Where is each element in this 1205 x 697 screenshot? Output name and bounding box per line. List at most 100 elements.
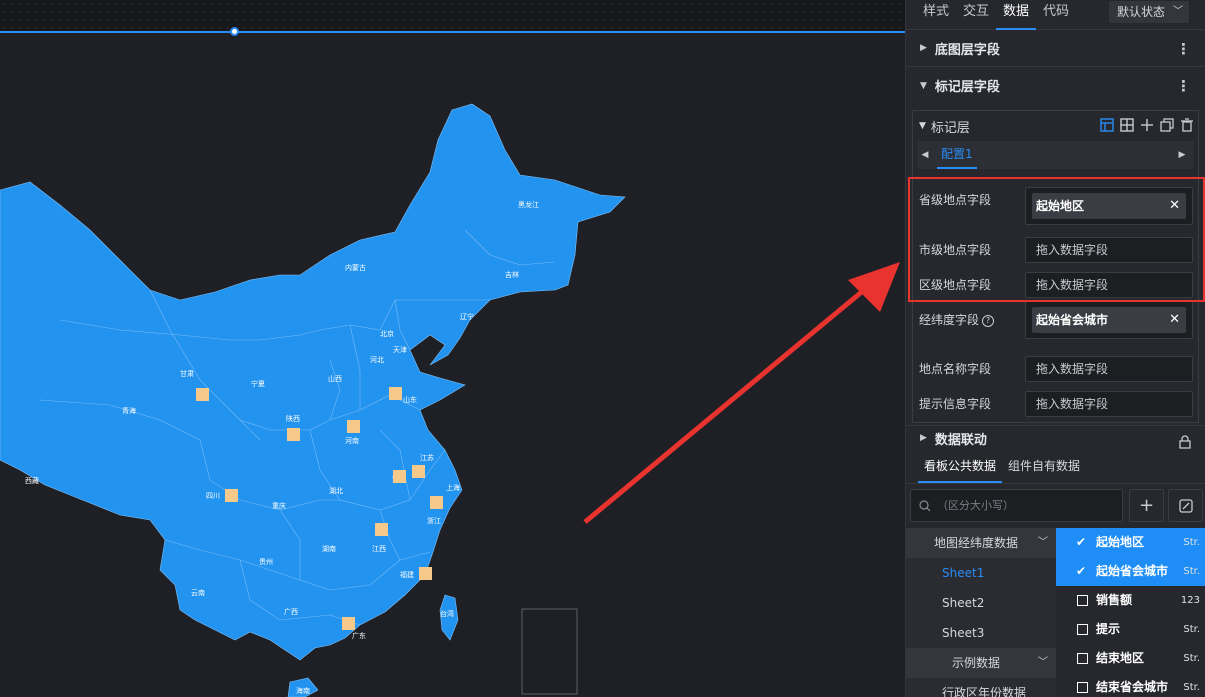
tree-group-label: 地图经纬度数据 [934, 536, 1019, 550]
marker-jiangxi [375, 523, 388, 536]
config-tab-1[interactable]: 配置1 [937, 141, 977, 169]
china-map[interactable]: 黑龙江 吉林 辽宁 内蒙古 北京 天津 河北 山西 山东 甘肃 宁夏 青海 陕西… [0, 0, 905, 697]
field-item-type: Str. [1183, 537, 1200, 548]
label-liaoning: 辽宁 [460, 312, 474, 321]
caret-right-icon: ▶ [920, 433, 927, 443]
label-qinghai: 青海 [122, 406, 136, 415]
section-base-layer-title: 底图层字段 [934, 42, 1000, 58]
checkbox-icon[interactable] [1077, 682, 1088, 693]
search-icon [919, 490, 931, 533]
check-icon: ✔ [1076, 564, 1087, 578]
tab-board-public-data[interactable]: 看板公共数据 [918, 450, 1003, 483]
tree-item-sheet1[interactable]: Sheet1 [906, 558, 1056, 588]
table-icon[interactable] [1100, 118, 1114, 132]
field-item-type: 123 [1180, 595, 1200, 606]
tree-item-region-year[interactable]: 行政区年份数据 [906, 678, 1056, 697]
label-sichuan: 四川 [206, 492, 220, 500]
label-guangxi: 广西 [284, 607, 298, 616]
label-guizhou: 贵州 [259, 557, 273, 566]
tree-item-sheet3[interactable]: Sheet3 [906, 618, 1056, 648]
layout-icon[interactable] [1120, 118, 1134, 132]
tree-group-label: 示例数据 [952, 656, 1001, 670]
caret-left-icon[interactable]: ◀ [917, 150, 933, 160]
edit-dataset-button[interactable] [1168, 489, 1203, 522]
checkbox-icon[interactable] [1077, 624, 1088, 635]
marker-shandong [389, 387, 402, 400]
lnglat-field-value: 起始省会城市 [1036, 313, 1109, 327]
map-shape [0, 103, 626, 697]
name-field-label: 地点名称字段 [919, 362, 992, 376]
label-gansu: 甘肃 [180, 369, 194, 378]
more-icon[interactable]: ⋮ [1176, 40, 1191, 58]
lnglat-field-label-text: 经纬度字段 [919, 313, 980, 327]
field-item-type: Str. [1183, 653, 1200, 664]
tree-group-map-lnglat[interactable]: 地图经纬度数据 ﹀ [906, 528, 1056, 558]
add-icon[interactable] [1140, 118, 1154, 132]
field-item[interactable]: 销售额 123 [1056, 586, 1205, 615]
tree-item-sheet2[interactable]: Sheet2 [906, 588, 1056, 618]
marker-guangdong [342, 617, 355, 630]
label-hubei: 湖北 [329, 486, 343, 495]
name-field-drop[interactable]: 拖入数据字段 [1025, 356, 1193, 382]
field-item-label: 结束省会城市 [1096, 680, 1169, 694]
property-panel: 样式 交互 数据 代码 默认状态 ﹀ ▶ 底图层字段 ⋮ ▼ 标记层字段 ⋮ ▼… [905, 0, 1205, 697]
chevron-down-icon: ﹀ [1038, 537, 1048, 548]
help-icon[interactable]: ? [982, 315, 995, 327]
checkbox-icon[interactable] [1077, 653, 1088, 664]
more-icon[interactable]: ⋮ [1176, 77, 1191, 95]
copy-icon[interactable] [1160, 118, 1174, 132]
caret-down-icon: ▼ [919, 121, 926, 131]
checkbox-icon[interactable] [1077, 595, 1088, 606]
label-henan: 河南 [345, 436, 359, 445]
tooltip-field-drop[interactable]: 拖入数据字段 [1025, 391, 1193, 417]
marker-shaanxi [287, 428, 300, 441]
label-taiwan: 台湾 [440, 609, 454, 618]
caret-right-icon: ▶ [920, 43, 927, 53]
marker-sichuan [225, 489, 238, 502]
label-shaanxi: 陕西 [286, 414, 300, 423]
chevron-down-icon: ﹀ [1038, 657, 1048, 668]
label-jiangsu: 江苏 [420, 453, 434, 462]
field-item[interactable]: ✔ 起始省会城市 Str. [1056, 557, 1205, 586]
section-marker-layer[interactable]: ▼ 标记层字段 ⋮ [906, 67, 1205, 104]
field-search-input[interactable]: （区分大小写） [910, 489, 1123, 522]
field-item[interactable]: 结束地区 Str. [1056, 644, 1205, 673]
layer-tools [1100, 118, 1194, 132]
label-neimenggu: 内蒙古 [345, 263, 366, 272]
field-item-label: 起始省会城市 [1096, 564, 1169, 578]
plus-icon: + [1138, 495, 1155, 516]
tab-code[interactable]: 代码 [1036, 0, 1076, 30]
field-item-type: Str. [1183, 566, 1200, 577]
field-item-label: 提示 [1096, 622, 1121, 636]
caret-right-icon[interactable]: ▶ [1174, 150, 1190, 160]
close-icon[interactable]: ✕ [1169, 307, 1180, 333]
tab-data[interactable]: 数据 [996, 0, 1037, 30]
tab-interaction[interactable]: 交互 [956, 0, 996, 30]
label-tianjin: 天津 [393, 346, 407, 354]
marker-zhejiang [430, 496, 443, 509]
tab-style[interactable]: 样式 [916, 0, 956, 30]
section-base-layer[interactable]: ▶ 底图层字段 ⋮ [906, 30, 1205, 67]
edit-icon [1178, 495, 1193, 516]
label-fujian: 福建 [400, 570, 414, 579]
marker-jiangsu [412, 465, 425, 478]
field-item[interactable]: 提示 Str. [1056, 615, 1205, 644]
lnglat-field-drop[interactable]: 起始省会城市 ✕ [1025, 301, 1193, 339]
section-data-linkage[interactable]: ▶ 数据联动 [906, 425, 1205, 450]
layer-header[interactable]: ▼ 标记层 [913, 111, 1198, 141]
label-xizang: 西藏 [25, 476, 39, 485]
tab-component-own-data[interactable]: 组件自有数据 [1002, 450, 1086, 483]
lnglat-field-label: 经纬度字段? [919, 311, 995, 328]
annotation-arrow [583, 262, 900, 524]
label-jiangxi: 江西 [372, 545, 386, 553]
state-select[interactable]: 默认状态 ﹀ [1109, 1, 1189, 23]
field-item[interactable]: ✔ 起始地区 Str. [1056, 528, 1205, 557]
trash-icon[interactable] [1180, 118, 1194, 132]
canvas-area[interactable]: 黑龙江 吉林 辽宁 内蒙古 北京 天津 河北 山西 山东 甘肃 宁夏 青海 陕西… [0, 0, 905, 697]
field-item[interactable]: 结束省会城市 Str. [1056, 673, 1205, 697]
lnglat-field-chip[interactable]: 起始省会城市 ✕ [1032, 307, 1186, 333]
state-select-value: 默认状态 [1117, 5, 1166, 19]
field-item-type: Str. [1183, 682, 1200, 693]
add-dataset-button[interactable]: + [1129, 489, 1164, 522]
tree-group-sample-data[interactable]: 示例数据 ﹀ [906, 648, 1056, 678]
